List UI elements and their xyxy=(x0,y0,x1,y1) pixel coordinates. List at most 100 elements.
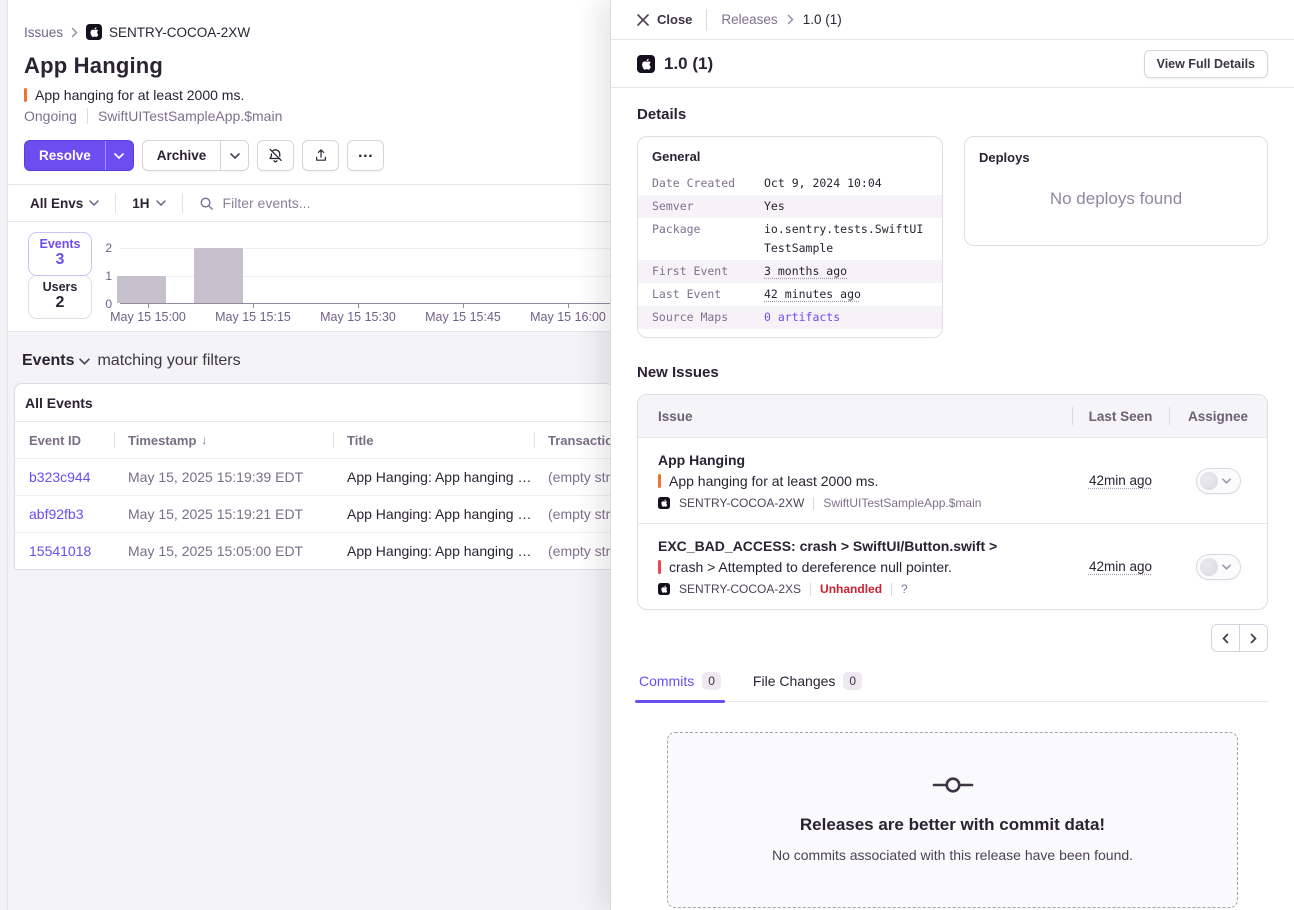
users-toggle[interactable]: Users 2 xyxy=(28,275,92,319)
more-actions-button[interactable]: … xyxy=(347,140,384,171)
event-search xyxy=(193,195,594,211)
divider xyxy=(813,497,814,510)
issue-row[interactable]: EXC_BAD_ACCESS: crash > SwiftUI/Button.s… xyxy=(638,523,1267,609)
column-transaction[interactable]: Transaction xyxy=(534,433,610,448)
view-full-details-button[interactable]: View Full Details xyxy=(1144,50,1268,78)
warning-level-bar xyxy=(24,88,27,102)
close-icon xyxy=(637,14,649,26)
events-dataset-dropdown[interactable]: Events xyxy=(22,352,90,370)
filter-events-input[interactable] xyxy=(223,195,594,211)
archive-dropdown-button[interactable] xyxy=(220,141,248,170)
tab-commits[interactable]: Commits 0 xyxy=(637,668,723,701)
environment-filter-dropdown[interactable]: All Envs xyxy=(24,196,105,211)
issue-row[interactable]: App Hanging App hanging for at least 200… xyxy=(638,437,1267,523)
event-timestamp: May 15, 2025 15:19:21 EDT xyxy=(114,506,333,522)
divider xyxy=(182,193,183,213)
resolve-dropdown-button[interactable] xyxy=(105,141,133,170)
divider xyxy=(115,193,116,213)
commits-empty-title: Releases are better with commit data! xyxy=(688,815,1217,835)
detail-key: Package xyxy=(652,220,764,258)
archive-label[interactable]: Archive xyxy=(143,148,221,163)
chevron-down-icon xyxy=(156,200,166,206)
release-drawer: Close Releases 1.0 (1) 1.0 (1) View Full… xyxy=(610,0,1294,910)
mute-button[interactable] xyxy=(257,140,294,171)
event-transaction: (empty string) xyxy=(534,506,610,522)
event-table-row[interactable]: abf92fb3 May 15, 2025 15:19:21 EDT App H… xyxy=(15,495,610,532)
events-toggle[interactable]: Events 3 xyxy=(28,232,92,276)
column-assignee: Assignee xyxy=(1169,395,1267,437)
chevron-right-icon xyxy=(787,14,794,25)
next-page-button[interactable] xyxy=(1239,624,1268,652)
event-id-link[interactable]: 15541018 xyxy=(15,543,114,559)
issue-last-seen[interactable]: 42min ago xyxy=(1089,559,1152,574)
ellipsis-icon: … xyxy=(357,144,374,162)
event-title: App Hanging: App hanging for at least 20… xyxy=(333,543,534,559)
issue-title: App Hanging xyxy=(24,53,594,79)
issue-substatus: Ongoing xyxy=(24,108,77,124)
git-commit-icon xyxy=(688,773,1217,797)
column-event-id[interactable]: Event ID xyxy=(15,433,114,448)
resolve-label[interactable]: Resolve xyxy=(25,148,105,163)
project-badge[interactable]: SENTRY-COCOA-2XW xyxy=(86,24,250,40)
apple-platform-icon xyxy=(86,24,102,40)
new-issues-pagination xyxy=(637,624,1268,652)
bell-slash-icon xyxy=(267,147,284,164)
close-drawer-button[interactable]: Close xyxy=(637,12,692,27)
new-issues-table-header: Issue Last Seen Assignee xyxy=(638,395,1267,437)
event-timestamp: May 15, 2025 15:05:00 EDT xyxy=(114,543,333,559)
detail-row: Semver Yes xyxy=(638,195,942,218)
collapsed-sidebar-edge xyxy=(0,0,8,910)
file-changes-count-badge: 0 xyxy=(843,672,862,690)
graph-stat-toggles: Events 3 Users 2 xyxy=(28,232,92,319)
chevron-left-icon xyxy=(1222,633,1229,644)
tab-file-changes[interactable]: File Changes 0 xyxy=(751,668,864,701)
first-event-relative-time[interactable]: 3 months ago xyxy=(764,262,847,281)
help-question-icon[interactable]: ? xyxy=(901,582,908,596)
drawer-breadcrumb: Releases 1.0 (1) xyxy=(721,12,841,27)
issue-row-title[interactable]: App Hanging xyxy=(658,451,1062,469)
search-icon xyxy=(199,196,214,211)
release-header: 1.0 (1) View Full Details xyxy=(611,40,1294,88)
issue-culprit: SwiftUITestSampleApp.$main xyxy=(823,496,981,510)
archive-button[interactable]: Archive xyxy=(142,140,250,171)
assignee-dropdown[interactable] xyxy=(1196,468,1241,494)
event-title: App Hanging: App hanging for at least 20… xyxy=(333,469,534,485)
last-event-relative-time[interactable]: 42 minutes ago xyxy=(764,285,861,304)
issue-row-title[interactable]: EXC_BAD_ACCESS: crash > SwiftUI/Button.s… xyxy=(658,537,1062,555)
detail-row: Package io.sentry.tests.SwiftUITestSampl… xyxy=(638,218,942,260)
chevron-down-icon xyxy=(1222,478,1231,484)
events-table-header: Event ID Timestamp ↓ Title Transaction xyxy=(15,422,610,458)
column-timestamp[interactable]: Timestamp ↓ xyxy=(114,433,333,448)
error-level-bar xyxy=(658,560,661,574)
breadcrumb-issues-link[interactable]: Issues xyxy=(24,25,63,40)
breadcrumb-releases-link[interactable]: Releases xyxy=(721,12,777,27)
event-table-row[interactable]: 15541018 May 15, 2025 15:05:00 EDT App H… xyxy=(15,532,610,569)
event-timestamp: May 15, 2025 15:19:39 EDT xyxy=(114,469,333,485)
time-range-dropdown[interactable]: 1H xyxy=(126,196,171,211)
source-maps-link[interactable]: 0 artifacts xyxy=(764,308,840,327)
divider xyxy=(706,9,707,31)
commits-empty-state: Releases are better with commit data! No… xyxy=(667,732,1238,908)
event-id-link[interactable]: b323c944 xyxy=(15,469,114,485)
events-toggle-label: Events xyxy=(29,237,91,251)
environment-filter-label: All Envs xyxy=(30,196,83,211)
column-title[interactable]: Title xyxy=(333,433,534,448)
x-tick-label: May 15 15:00 xyxy=(110,310,186,324)
users-toggle-label: Users xyxy=(29,280,91,294)
issue-last-seen[interactable]: 42min ago xyxy=(1089,473,1152,488)
chevron-down-icon xyxy=(89,200,99,206)
new-issues-table: Issue Last Seen Assignee App Hanging App… xyxy=(637,394,1268,610)
chevron-down-icon xyxy=(230,153,240,159)
share-button[interactable] xyxy=(302,140,339,171)
detail-key: Last Event xyxy=(652,285,764,304)
assignee-dropdown[interactable] xyxy=(1196,554,1241,580)
resolve-button[interactable]: Resolve xyxy=(24,140,134,171)
event-table-row[interactable]: b323c944 May 15, 2025 15:19:39 EDT App H… xyxy=(15,458,610,495)
event-id-link[interactable]: abf92fb3 xyxy=(15,506,114,522)
x-tick-label: May 15 15:30 xyxy=(320,310,396,324)
chevron-right-icon xyxy=(1250,633,1257,644)
detail-key: First Event xyxy=(652,262,764,281)
release-title-group: 1.0 (1) xyxy=(637,54,713,74)
x-tick-label: May 15 16:00 xyxy=(530,310,606,324)
previous-page-button[interactable] xyxy=(1211,624,1240,652)
